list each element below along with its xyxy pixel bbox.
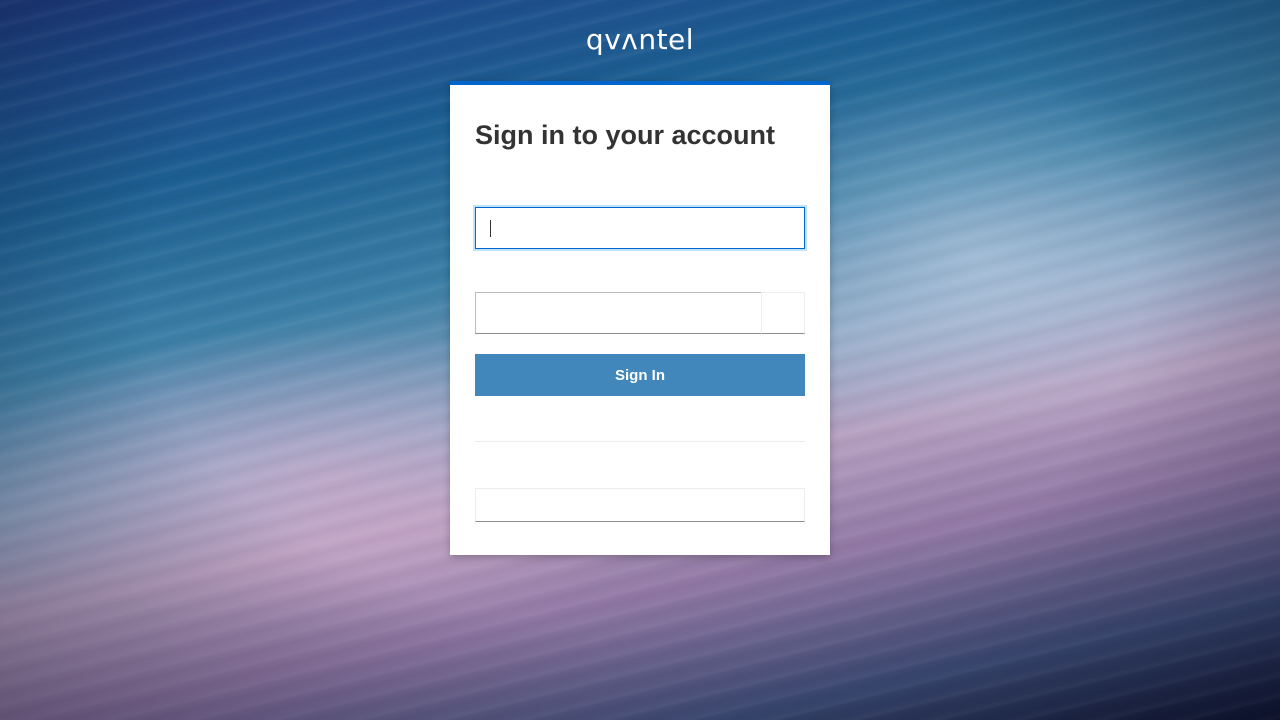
divider: [475, 441, 805, 442]
text-caret: [490, 220, 491, 237]
qvantel-logo: qvʌntel: [585, 23, 695, 56]
identity-provider-button[interactable]: [475, 488, 805, 522]
sign-in-button[interactable]: Sign In: [475, 354, 805, 396]
password-input[interactable]: [475, 292, 762, 334]
username-input[interactable]: [475, 207, 805, 249]
show-password-button[interactable]: [761, 292, 805, 334]
login-card: Sign in to your account Sign In: [450, 81, 830, 555]
page-title: Sign in to your account: [475, 120, 776, 150]
